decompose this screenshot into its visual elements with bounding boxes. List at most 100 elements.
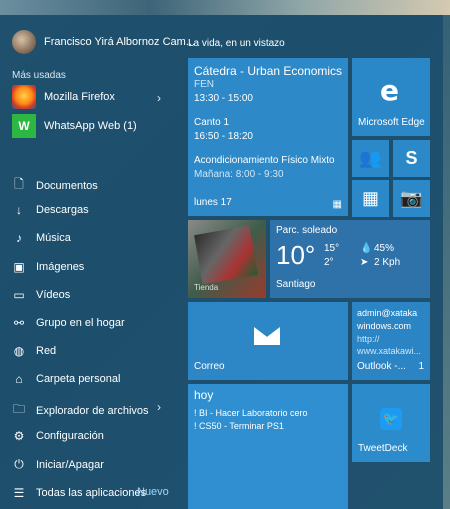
todo-item: ! BI - Hacer Laboratorio cero bbox=[194, 408, 308, 418]
power-icon: ⏻ bbox=[14, 457, 24, 471]
weather-tile[interactable]: Parc. soleado 10° 15° 2° 💧 45% ➤ 2 Kph S… bbox=[270, 220, 430, 298]
calculator-icon: ▦ bbox=[361, 188, 379, 208]
outlook-line: www.xatakawi... bbox=[357, 346, 422, 356]
menu-label: Explorador de archivos bbox=[36, 404, 149, 417]
weather-low: 2° bbox=[324, 257, 334, 268]
new-badge: Nuevo bbox=[137, 486, 169, 498]
store-photo-image bbox=[194, 225, 258, 285]
tile-label: Correo bbox=[194, 361, 225, 372]
file-explorer-icon: 🗀 bbox=[12, 402, 25, 416]
avatar bbox=[12, 30, 36, 54]
event2-title: Canto 1 bbox=[194, 117, 230, 128]
network-icon: ◍ bbox=[13, 344, 25, 358]
menu-label: Carpeta personal bbox=[36, 373, 121, 385]
menu-label: Todas las aplicaciones bbox=[36, 487, 147, 499]
menu-homegroup[interactable]: ⚯ Grupo en el hogar bbox=[12, 316, 125, 330]
app-firefox[interactable]: Mozilla Firefox bbox=[12, 85, 172, 109]
tweetdeck-icon: 🐦 bbox=[380, 408, 402, 430]
menu-label: Música bbox=[36, 232, 71, 244]
unread-count: 1 bbox=[418, 361, 424, 372]
tile-label: Outlook -... bbox=[357, 361, 406, 372]
menu-settings[interactable]: ⚙ Configuración bbox=[12, 429, 104, 443]
video-icon: ▭ bbox=[13, 288, 25, 302]
event2-time: 16:50 - 18:20 bbox=[194, 131, 253, 142]
all-apps-icon: ☰ bbox=[13, 486, 25, 500]
menu-label: Grupo en el hogar bbox=[36, 317, 125, 329]
store-photos-tile[interactable]: Tienda bbox=[188, 220, 266, 298]
menu-label: Descargas bbox=[36, 204, 89, 216]
skype-icon: S bbox=[405, 148, 418, 168]
firefox-icon bbox=[12, 85, 36, 109]
calendar-icon: ▦ bbox=[332, 199, 342, 210]
app-label: Mozilla Firefox bbox=[44, 91, 115, 103]
todo-tile[interactable]: hoy ! BI - Hacer Laboratorio cero ! CS50… bbox=[188, 384, 348, 509]
humidity-icon: 💧 bbox=[360, 243, 373, 254]
menu-power[interactable]: ⏻ Iniciar/Apagar bbox=[12, 457, 104, 472]
todo-title: hoy bbox=[194, 388, 214, 402]
menu-videos[interactable]: ▭ Vídeos bbox=[12, 288, 70, 302]
weather-temp: 10° bbox=[276, 240, 316, 270]
menu-music[interactable]: ♪ Música bbox=[12, 231, 71, 245]
music-icon: ♪ bbox=[16, 231, 22, 245]
document-icon: 🗋 bbox=[14, 177, 24, 191]
chevron-right-icon[interactable]: › bbox=[157, 91, 161, 105]
menu-label: Iniciar/Apagar bbox=[36, 458, 104, 471]
app-label: WhatsApp Web (1) bbox=[44, 120, 137, 132]
most-used-label: Más usadas bbox=[12, 70, 66, 81]
start-menu: Francisco Yirá Albornoz Cam... Más usada… bbox=[0, 15, 443, 509]
weather-high: 15° bbox=[324, 243, 340, 254]
skype-tile[interactable]: S bbox=[393, 140, 430, 177]
menu-label: Vídeos bbox=[36, 289, 71, 301]
tweetdeck-tile[interactable]: 🐦 TweetDeck bbox=[352, 384, 430, 462]
menu-all-apps[interactable]: ☰ Todas las aplicaciones bbox=[12, 486, 146, 500]
calendar-title: Cátedra - Urban Economics bbox=[194, 64, 343, 78]
weather-city: Santiago bbox=[276, 279, 316, 290]
menu-personal-folder[interactable]: ⌂ Carpeta personal bbox=[12, 372, 120, 386]
tile-label: Microsoft Edge bbox=[358, 117, 425, 128]
menu-documents[interactable]: 🗋 Documentos bbox=[12, 175, 98, 196]
image-icon: ▣ bbox=[13, 260, 25, 274]
menu-file-explorer[interactable]: 🗀 Explorador de archivos bbox=[12, 400, 149, 421]
weather-condition: Parc. soleado bbox=[276, 225, 338, 236]
whatsapp-icon: W bbox=[12, 114, 36, 138]
settings-icon: ⚙ bbox=[13, 429, 25, 443]
edge-icon: e bbox=[380, 74, 399, 107]
outlook-tile[interactable]: admin@xataka windows.com http:// www.xat… bbox=[352, 302, 430, 380]
people-tile[interactable]: 👥 bbox=[352, 140, 389, 177]
menu-label: Documentos bbox=[36, 179, 98, 192]
todo-item: ! CS50 - Terminar PS1 bbox=[194, 421, 284, 431]
wind-icon: ➤ bbox=[360, 257, 369, 268]
mail-tile[interactable]: Correo bbox=[188, 302, 348, 380]
calculator-tile[interactable]: ▦ bbox=[352, 180, 389, 217]
event1-location: FEN bbox=[194, 79, 214, 90]
menu-downloads[interactable]: ↓ Descargas bbox=[12, 203, 89, 217]
menu-label: Red bbox=[36, 345, 57, 357]
event3-title: Acondicionamiento Físico Mixto bbox=[194, 155, 335, 166]
chevron-right-icon[interactable]: › bbox=[157, 400, 161, 414]
weather-wind: 2 Kph bbox=[374, 257, 401, 268]
menu-label: Configuración bbox=[36, 430, 104, 442]
tile-label: Tienda bbox=[194, 283, 219, 292]
edge-tile[interactable]: e Microsoft Edge bbox=[352, 58, 430, 136]
calendar-tile[interactable]: Cátedra - Urban Economics FEN 13:30 - 15… bbox=[188, 58, 348, 216]
app-whatsapp[interactable]: W WhatsApp Web (1) bbox=[12, 114, 172, 138]
menu-label: Imágenes bbox=[36, 261, 85, 273]
download-icon: ↓ bbox=[16, 203, 22, 217]
weather-humidity: 45% bbox=[374, 243, 395, 254]
calendar-day: lunes 17 bbox=[194, 197, 232, 208]
people-icon: 👥 bbox=[359, 148, 382, 168]
tiles-group-heading: La vida, en un vistazo bbox=[188, 38, 285, 49]
mail-icon bbox=[254, 327, 280, 345]
camera-tile[interactable]: 📷 bbox=[393, 180, 430, 217]
menu-network[interactable]: ◍ Red bbox=[12, 344, 56, 358]
user-account[interactable]: Francisco Yirá Albornoz Cam... bbox=[12, 30, 195, 54]
menu-images[interactable]: ▣ Imágenes bbox=[12, 260, 84, 274]
homegroup-icon: ⚯ bbox=[13, 316, 25, 330]
tile-label: TweetDeck bbox=[358, 443, 408, 454]
desktop-background-strip bbox=[0, 0, 450, 15]
outlook-line: windows.com bbox=[357, 321, 412, 331]
camera-icon: 📷 bbox=[400, 188, 423, 208]
event1-time: 13:30 - 15:00 bbox=[194, 93, 253, 104]
outlook-line: admin@xataka bbox=[357, 308, 418, 318]
user-name: Francisco Yirá Albornoz Cam... bbox=[44, 36, 196, 48]
